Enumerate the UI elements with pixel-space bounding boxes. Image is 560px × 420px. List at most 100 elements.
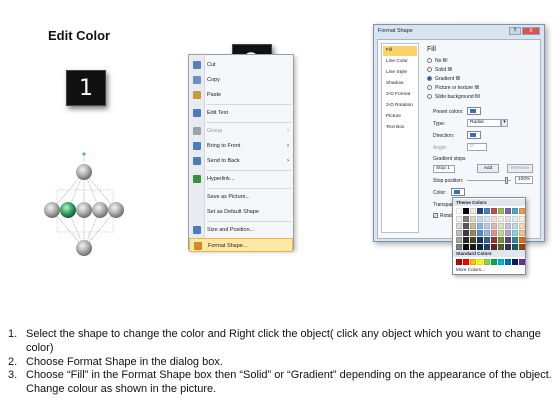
theme-shade-swatch[interactable]	[456, 237, 462, 243]
menu-item-set-as-default-shape[interactable]: Set as Default Shape	[189, 205, 293, 219]
theme-shade-swatch[interactable]	[512, 237, 518, 243]
more-colors-link[interactable]: More Colors...	[456, 267, 485, 272]
fill-radio-gradient-fill[interactable]	[427, 76, 432, 81]
direction-button[interactable]	[467, 131, 481, 139]
sphere-bottom[interactable]	[76, 240, 92, 256]
menu-item-bring-to-front[interactable]: Bring to Front ›	[189, 139, 293, 153]
theme-color-swatch[interactable]	[498, 208, 504, 214]
theme-shade-swatch[interactable]	[484, 216, 490, 222]
standard-color-swatch[interactable]	[512, 259, 518, 265]
sphere-right[interactable]	[108, 202, 124, 218]
standard-color-swatch[interactable]	[477, 259, 483, 265]
slider-thumb[interactable]	[505, 177, 508, 184]
category-text-box[interactable]: Text Box	[383, 123, 417, 133]
theme-shade-swatch[interactable]	[484, 223, 490, 229]
theme-shade-swatch[interactable]	[491, 237, 497, 243]
theme-shade-swatch[interactable]	[477, 230, 483, 236]
category-shadow[interactable]: Shadow	[383, 79, 417, 89]
fill-radio-slide-background-fill[interactable]	[427, 94, 432, 99]
add-stop-button[interactable]: Add	[477, 164, 499, 173]
category-3-d-format[interactable]: 3-D Format	[383, 90, 417, 100]
menu-item-save-as-picture[interactable]: Save as Picture...	[189, 190, 293, 204]
theme-shade-swatch[interactable]	[512, 230, 518, 236]
menu-item-hyperlink[interactable]: Hyperlink...	[189, 172, 293, 186]
standard-color-swatch[interactable]	[519, 259, 525, 265]
sphere-selected[interactable]	[60, 202, 76, 218]
theme-shade-swatch[interactable]	[498, 216, 504, 222]
theme-color-swatch[interactable]	[491, 208, 497, 214]
sphere-top[interactable]	[76, 164, 92, 180]
theme-shade-swatch[interactable]	[519, 223, 525, 229]
theme-shade-swatch[interactable]	[470, 216, 476, 222]
sphere-diagram[interactable]	[40, 150, 130, 268]
standard-color-swatch[interactable]	[505, 259, 511, 265]
sphere-center[interactable]	[76, 202, 92, 218]
standard-color-swatch[interactable]	[491, 259, 497, 265]
stop-select[interactable]: Stop 1	[433, 165, 455, 173]
theme-shade-swatch[interactable]	[470, 223, 476, 229]
menu-item-cut[interactable]: Cut	[189, 58, 293, 72]
color-button[interactable]	[451, 188, 465, 196]
menu-item-copy[interactable]: Copy	[189, 73, 293, 87]
theme-shade-swatch[interactable]	[519, 216, 525, 222]
fill-radio-picture-or-texture-fill[interactable]	[427, 85, 432, 90]
theme-shade-swatch[interactable]	[456, 216, 462, 222]
standard-color-swatch[interactable]	[456, 259, 462, 265]
theme-shade-swatch[interactable]	[498, 223, 504, 229]
standard-color-swatch[interactable]	[470, 259, 476, 265]
theme-shade-swatch[interactable]	[463, 216, 469, 222]
theme-shade-swatch[interactable]	[477, 223, 483, 229]
standard-color-swatch[interactable]	[463, 259, 469, 265]
menu-item-paste[interactable]: Paste	[189, 88, 293, 102]
category-line-color[interactable]: Line Color	[383, 57, 417, 67]
remove-stop-button[interactable]: Remove	[507, 164, 533, 173]
category-3-d-rotation[interactable]: 3-D Rotation	[383, 101, 417, 111]
theme-shade-swatch[interactable]	[491, 223, 497, 229]
standard-color-swatch[interactable]	[498, 259, 504, 265]
theme-shade-swatch[interactable]	[463, 237, 469, 243]
theme-color-swatch[interactable]	[519, 208, 525, 214]
theme-shade-swatch[interactable]	[505, 237, 511, 243]
theme-shade-swatch[interactable]	[505, 230, 511, 236]
theme-shade-swatch[interactable]	[512, 216, 518, 222]
menu-item-group[interactable]: Group ›	[189, 124, 293, 138]
fill-radio-solid-fill[interactable]	[427, 67, 432, 72]
menu-item-edit-text[interactable]: Edit Text	[189, 106, 293, 120]
fill-radio-no-fill[interactable]	[427, 58, 432, 63]
theme-shade-swatch[interactable]	[498, 237, 504, 243]
chevron-down-icon[interactable]: ▾	[501, 119, 508, 127]
theme-shade-swatch[interactable]	[470, 237, 476, 243]
category-fill[interactable]: Fill	[383, 46, 417, 56]
angle-input[interactable]: 0°	[467, 143, 487, 151]
theme-shade-swatch[interactable]	[498, 230, 504, 236]
close-button[interactable]: X	[522, 27, 540, 35]
theme-shade-swatch[interactable]	[477, 216, 483, 222]
theme-shade-swatch[interactable]	[505, 223, 511, 229]
sphere-right-inner[interactable]	[92, 202, 108, 218]
theme-shade-swatch[interactable]	[456, 223, 462, 229]
theme-color-swatch[interactable]	[477, 208, 483, 214]
category-line-style[interactable]: Line Style	[383, 68, 417, 78]
theme-shade-swatch[interactable]	[519, 237, 525, 243]
theme-color-swatch[interactable]	[505, 208, 511, 214]
theme-shade-swatch[interactable]	[470, 230, 476, 236]
theme-shade-swatch[interactable]	[519, 230, 525, 236]
rotate-checkbox[interactable]: ✓	[433, 213, 438, 218]
menu-item-size-and-position[interactable]: Size and Position...	[189, 223, 293, 237]
sphere-left[interactable]	[44, 202, 60, 218]
stop-position-input[interactable]: 100%	[515, 176, 533, 184]
theme-color-swatch[interactable]	[456, 208, 462, 214]
theme-color-swatch[interactable]	[512, 208, 518, 214]
standard-color-swatch[interactable]	[484, 259, 490, 265]
preset-colors-button[interactable]	[467, 107, 481, 115]
theme-shade-swatch[interactable]	[463, 223, 469, 229]
category-picture[interactable]: Picture	[383, 112, 417, 122]
theme-shade-swatch[interactable]	[463, 230, 469, 236]
theme-shade-swatch[interactable]	[491, 230, 497, 236]
theme-shade-swatch[interactable]	[477, 237, 483, 243]
theme-shade-swatch[interactable]	[456, 230, 462, 236]
menu-item-format-shape[interactable]: Format Shape...	[189, 238, 293, 252]
help-button[interactable]: ?	[509, 27, 521, 35]
theme-shade-swatch[interactable]	[491, 216, 497, 222]
theme-color-swatch[interactable]	[470, 208, 476, 214]
